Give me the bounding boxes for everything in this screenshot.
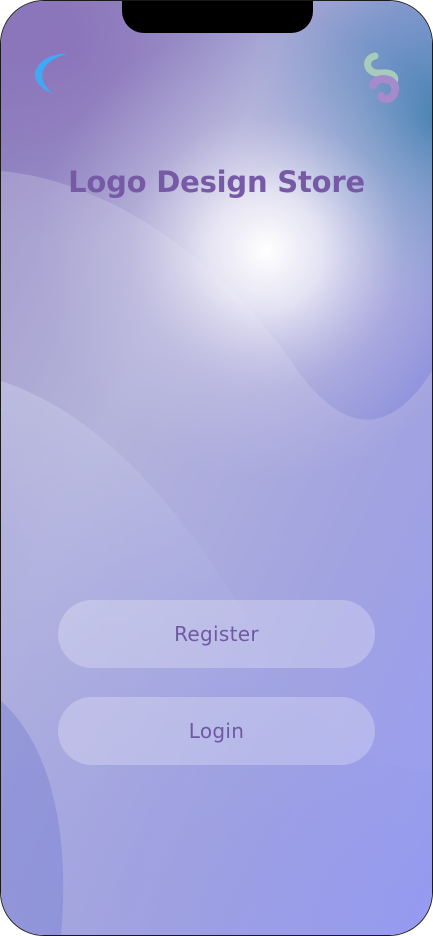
crescent-logo-icon[interactable]	[31, 51, 71, 95]
login-button-label: Login	[188, 719, 245, 743]
phone-frame: Logo Design Store Register Login	[0, 0, 433, 936]
register-button[interactable]: Register	[58, 600, 375, 668]
swirl-logo-icon[interactable]	[363, 52, 403, 104]
page-title: Logo Design Store	[68, 165, 365, 199]
login-button[interactable]: Login	[58, 697, 375, 765]
device-notch	[122, 1, 313, 33]
register-button-label: Register	[174, 622, 259, 646]
background-gradient	[1, 1, 432, 935]
